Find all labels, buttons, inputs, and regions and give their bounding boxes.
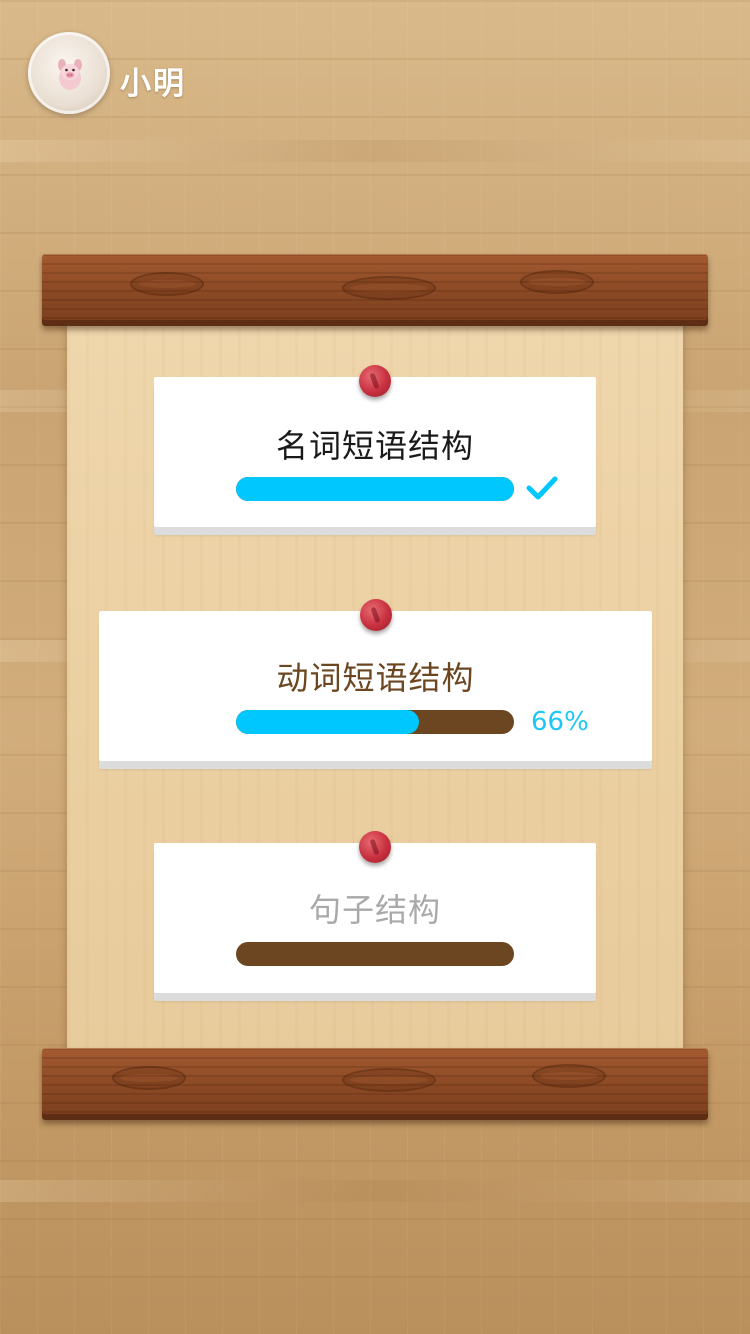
unit-card-verb-phrase[interactable]: 动词短语结构 66% xyxy=(99,599,652,761)
pin-icon xyxy=(359,599,392,631)
pin-icon xyxy=(359,365,391,397)
scroll-top-rod xyxy=(42,254,708,326)
unit-card-sentence[interactable]: 句子结构 xyxy=(154,831,596,993)
unit-card-noun-phrase[interactable]: 名词短语结构 xyxy=(154,365,596,527)
progress-bar xyxy=(236,942,514,966)
progress-fill xyxy=(236,477,514,501)
progress-fill xyxy=(236,710,420,734)
floor-stripe xyxy=(0,1180,750,1202)
wood-knot xyxy=(130,272,204,296)
pig-avatar-icon xyxy=(58,59,82,90)
wood-knot xyxy=(112,1066,186,1090)
progress-percent: 66% xyxy=(531,707,589,737)
check-icon xyxy=(526,476,558,500)
floor-stripe xyxy=(0,140,750,162)
wood-knot xyxy=(342,1068,436,1092)
avatar[interactable] xyxy=(28,32,110,114)
pin-icon xyxy=(359,831,391,863)
wood-knot xyxy=(520,270,594,294)
scroll-bottom-rod xyxy=(42,1048,708,1120)
wood-knot xyxy=(532,1064,606,1088)
wood-knot xyxy=(342,276,436,300)
unit-title: 句子结构 xyxy=(308,891,441,929)
progress-bar xyxy=(236,477,514,501)
username: 小明 xyxy=(120,66,186,102)
progress-bar xyxy=(236,710,514,734)
unit-title: 动词短语结构 xyxy=(276,659,475,697)
unit-title: 名词短语结构 xyxy=(275,427,474,465)
